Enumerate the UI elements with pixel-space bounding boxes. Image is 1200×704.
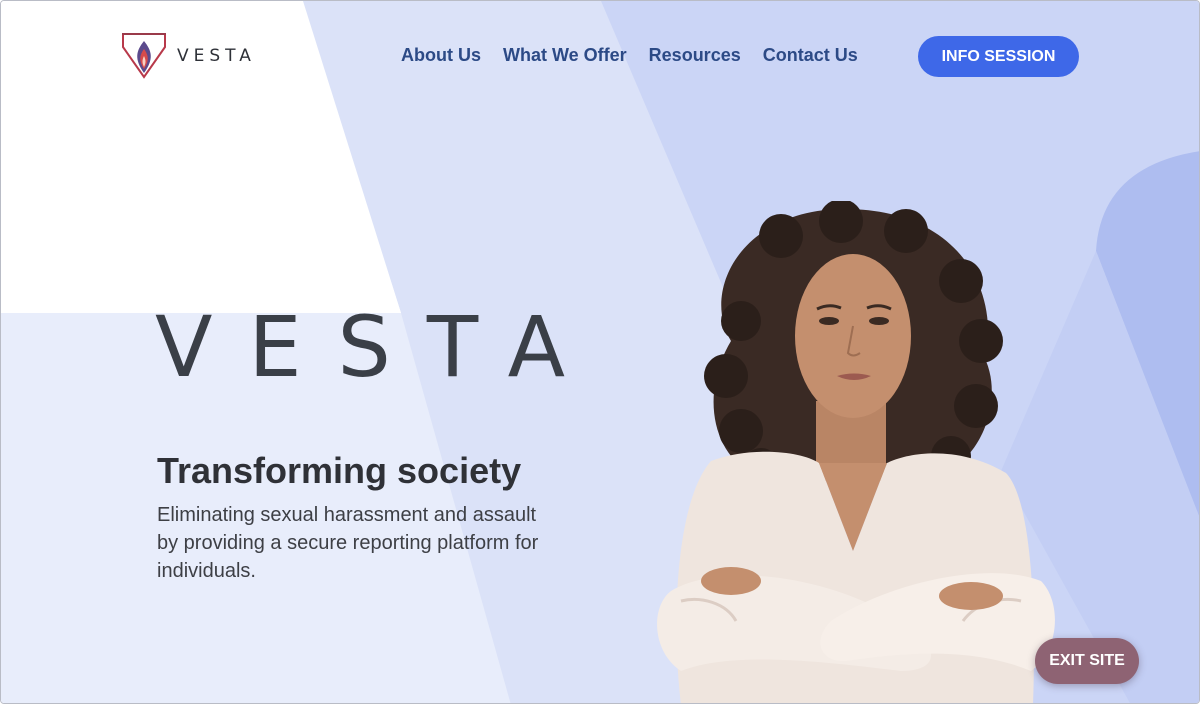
brand-logo[interactable]: VESTA: [121, 31, 256, 81]
info-session-button[interactable]: INFO SESSION: [918, 36, 1079, 77]
nav-resources[interactable]: Resources: [649, 45, 741, 66]
nav-about-us[interactable]: About Us: [401, 45, 481, 66]
nav-contact-us[interactable]: Contact Us: [763, 45, 858, 66]
page: VESTA About Us What We Offer Resources C…: [0, 0, 1200, 704]
hero-title: Transforming society: [157, 450, 522, 491]
hero-portrait: [657, 201, 1055, 703]
brand-name: VESTA: [177, 46, 256, 66]
main-nav: About Us What We Offer Resources Contact…: [401, 45, 858, 66]
nav-what-we-offer[interactable]: What We Offer: [503, 45, 627, 66]
exit-site-button[interactable]: EXIT SITE: [1035, 638, 1139, 684]
hero-description: Eliminating sexual harassment and assaul…: [157, 504, 539, 582]
hero-wordmark: VESTA: [155, 298, 602, 396]
vesta-flame-shield-icon: [122, 33, 166, 79]
